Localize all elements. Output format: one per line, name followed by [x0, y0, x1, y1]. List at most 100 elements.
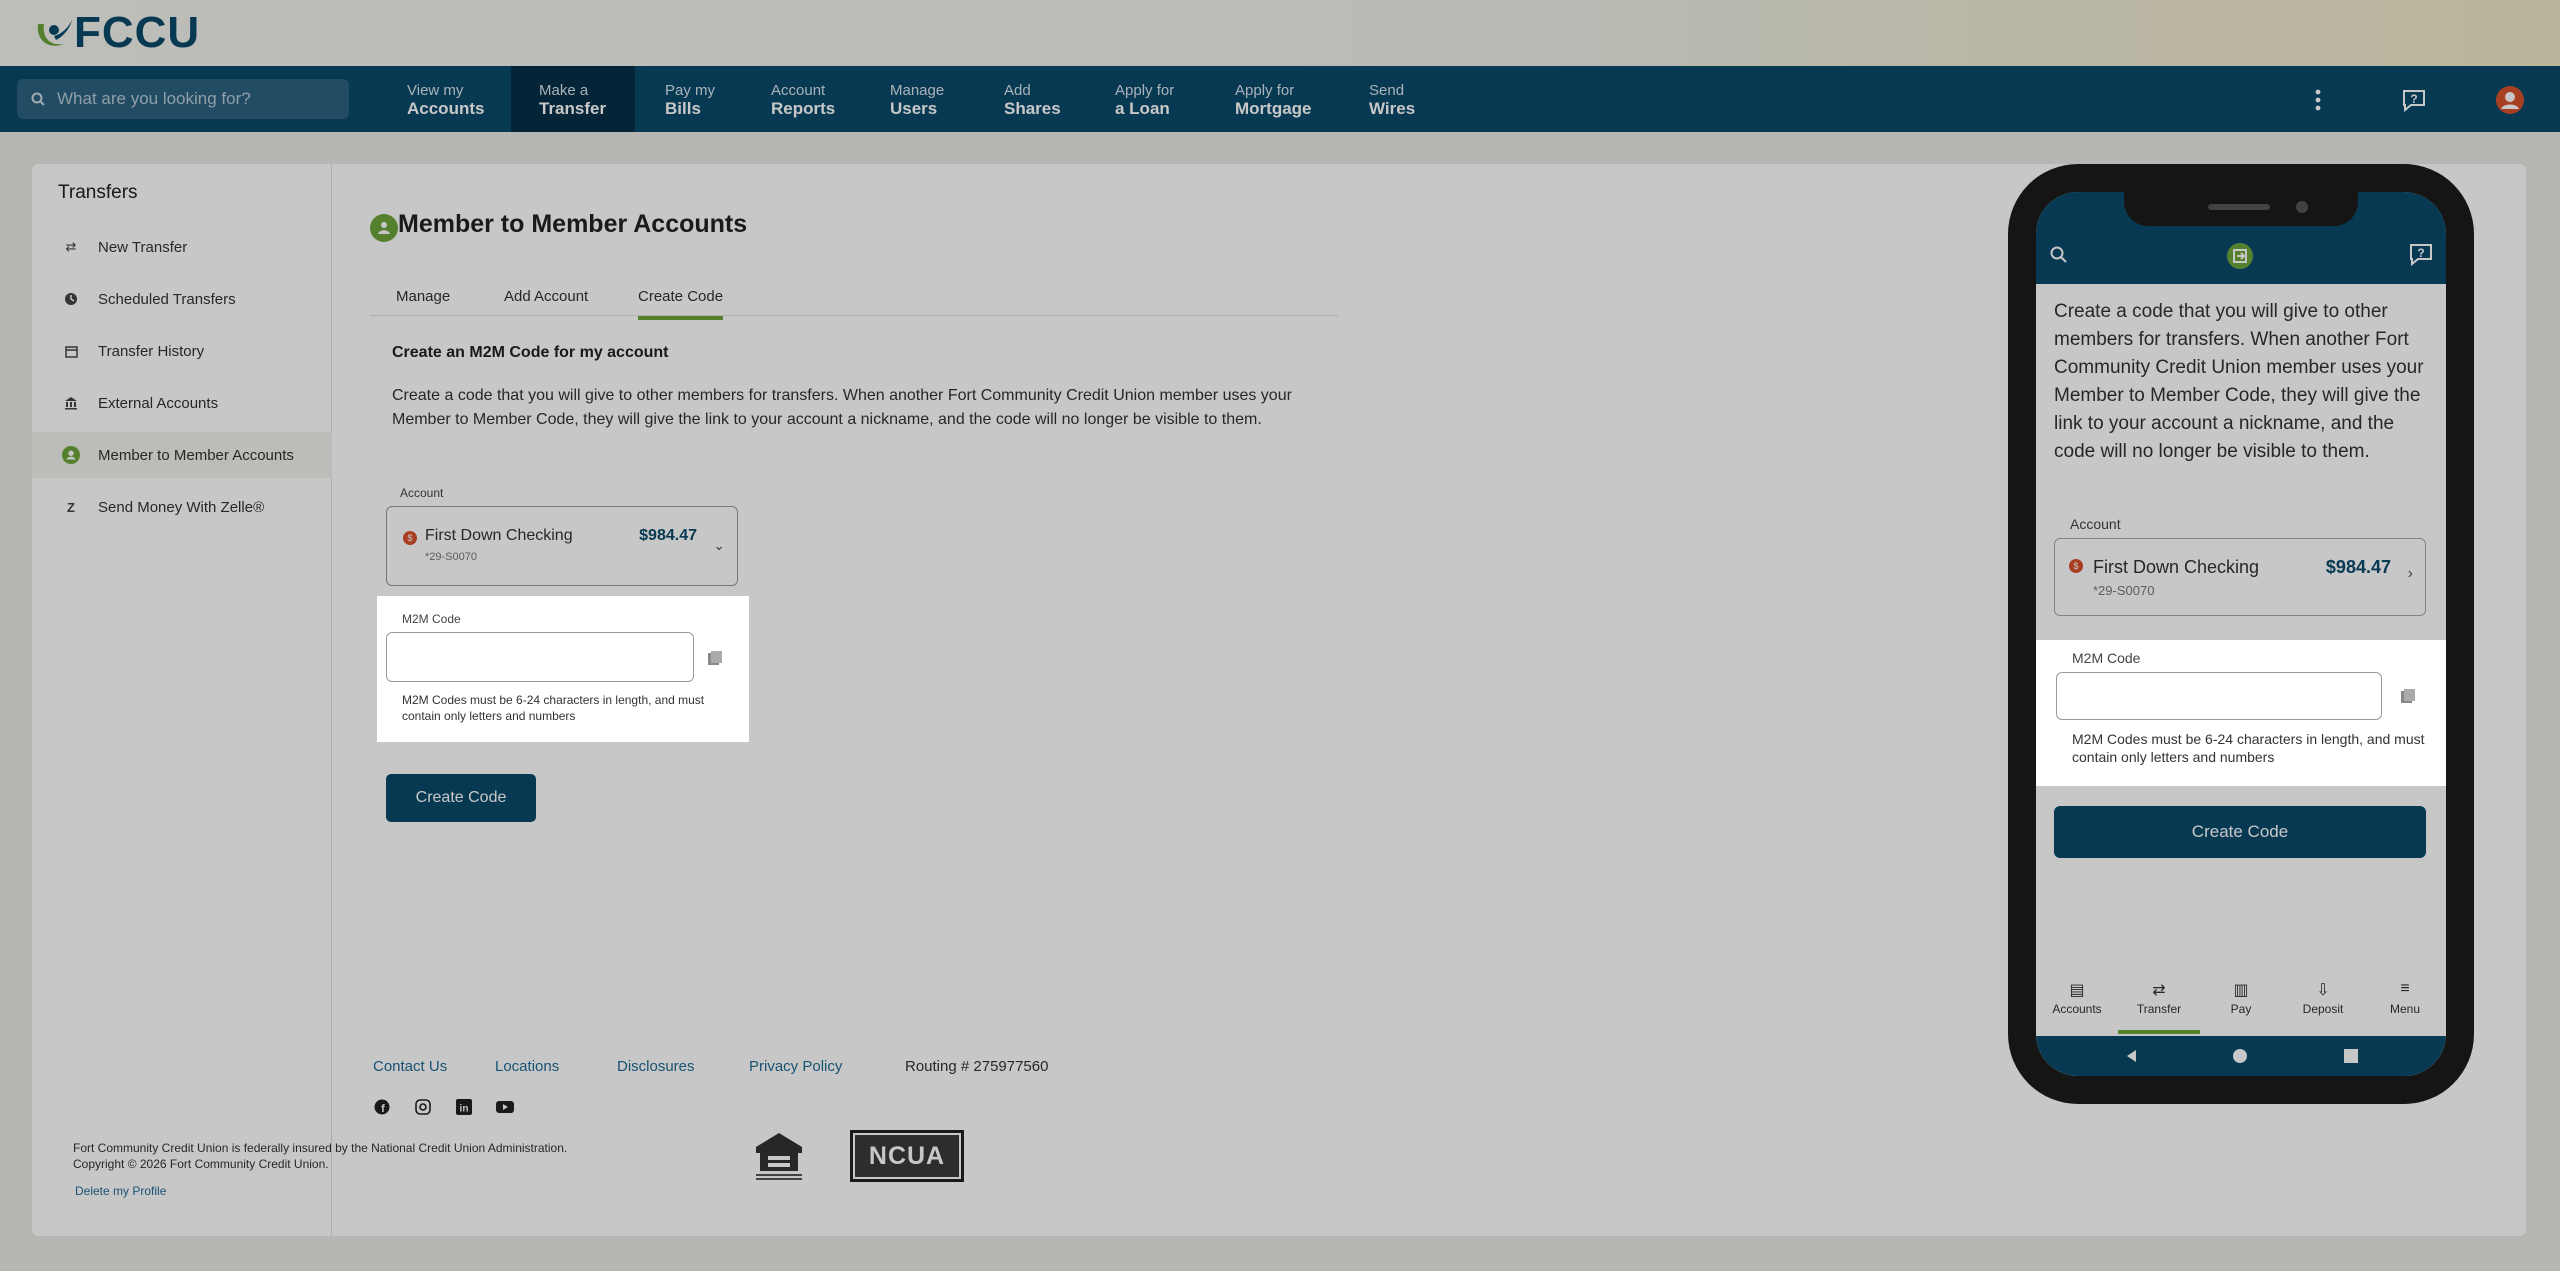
- nav-transfer[interactable]: Make a Transfer: [511, 66, 635, 132]
- phone-m2m-code-input[interactable]: [2056, 672, 2382, 720]
- tab-create-code[interactable]: Create Code: [638, 288, 724, 320]
- footer-link-locations[interactable]: Locations: [495, 1058, 559, 1075]
- phone-tab-label: Menu: [2389, 1002, 2421, 1016]
- sidebar-item-label: Send Money With Zelle®: [98, 498, 265, 516]
- nav-label-2: Accounts: [407, 99, 485, 118]
- legal-line-2: Copyright © 2026 Fort Community Credit U…: [73, 1157, 329, 1171]
- dollar-icon: $: [2069, 559, 2083, 573]
- phone-tab-transfer[interactable]: ⇄ Transfer: [2118, 980, 2200, 1034]
- nav-label-1: Account: [771, 82, 826, 99]
- account-label: Account: [400, 486, 444, 500]
- help-icon[interactable]: ?: [2398, 84, 2430, 116]
- linkedin-icon[interactable]: in: [455, 1098, 473, 1116]
- svg-text:?: ?: [2417, 246, 2424, 260]
- tab-bar: Manage Add Account Create Code: [370, 288, 1338, 320]
- ncua-logo: NCUA: [850, 1130, 964, 1182]
- nav-label-2: Shares: [1004, 99, 1061, 118]
- sidebar-item-label: Member to Member Accounts: [98, 446, 294, 464]
- arrows-icon: ⇄: [65, 239, 77, 254]
- nav-loan[interactable]: Apply for a Loan: [1115, 66, 1174, 132]
- sidebar-item-scheduled[interactable]: Scheduled Transfers: [32, 276, 332, 322]
- sidebar-item-label: Scheduled Transfers: [98, 290, 236, 308]
- tab-manage[interactable]: Manage: [396, 288, 450, 316]
- profile-icon[interactable]: [2494, 84, 2526, 116]
- sidebar-item-external[interactable]: External Accounts: [32, 380, 332, 426]
- nav-accounts[interactable]: View my Accounts: [407, 66, 484, 132]
- search-input[interactable]: [57, 89, 337, 109]
- phone-account-label: Account: [2070, 516, 2121, 532]
- phone-tab-accounts[interactable]: ▤ Accounts: [2036, 980, 2118, 1016]
- account-name: First Down Checking: [425, 527, 573, 544]
- delete-profile-link[interactable]: Delete my Profile: [75, 1184, 166, 1198]
- phone-tab-pay[interactable]: ▥ Pay: [2200, 980, 2282, 1016]
- instagram-icon[interactable]: [414, 1098, 432, 1116]
- fccu-logo[interactable]: FCCU: [34, 8, 201, 57]
- recents-icon[interactable]: [2344, 1049, 2358, 1063]
- phone-account-select[interactable]: $ First Down Checking *29-S0070 $984.47 …: [2054, 538, 2426, 616]
- phone-tab-deposit[interactable]: ⇩ Deposit: [2282, 980, 2364, 1016]
- phone-system-nav: [2036, 1036, 2446, 1076]
- ncua-text: NCUA: [855, 1135, 959, 1177]
- tab-add-account[interactable]: Add Account: [504, 288, 588, 316]
- phone-tab-menu[interactable]: ≡ Menu: [2364, 980, 2446, 1016]
- nav-reports[interactable]: Account Reports: [771, 66, 835, 132]
- nav-wires[interactable]: Send Wires: [1369, 66, 1415, 132]
- footer-link-contact[interactable]: Contact Us: [373, 1058, 447, 1075]
- back-icon[interactable]: [2124, 1048, 2140, 1064]
- youtube-icon[interactable]: [496, 1098, 514, 1116]
- nav-bills[interactable]: Pay my Bills: [665, 66, 715, 132]
- copy-icon[interactable]: [707, 650, 723, 666]
- create-code-button[interactable]: Create Code: [386, 774, 536, 822]
- zelle-icon: Z: [67, 499, 75, 515]
- svg-text:?: ?: [2410, 92, 2417, 106]
- chevron-down-icon: ⌄: [713, 537, 725, 553]
- m2m-code-input[interactable]: [386, 632, 694, 682]
- menu-icon: ≡: [2400, 980, 2410, 997]
- search-icon: [31, 92, 45, 106]
- phone-tab-label: Deposit: [2302, 1002, 2344, 1016]
- nav-label-1: View my: [407, 82, 464, 99]
- footer-link-privacy[interactable]: Privacy Policy: [749, 1058, 842, 1075]
- phone-create-code-button[interactable]: Create Code: [2054, 806, 2426, 858]
- nav-label-2: Mortgage: [1235, 99, 1312, 118]
- logo-text: FCCU: [74, 8, 201, 57]
- phone-notch: [2124, 192, 2358, 226]
- phone-screen: ? Create a code that you will give to ot…: [2036, 192, 2446, 1076]
- search-icon[interactable]: [2050, 246, 2068, 264]
- phone-tab-bar: ▤ Accounts ⇄ Transfer ▥ Pay ⇩ Deposit ≡ …: [2036, 972, 2446, 1036]
- dollar-icon: $: [403, 531, 417, 545]
- sidebar-item-label: New Transfer: [98, 238, 188, 256]
- sidebar-item-history[interactable]: Transfer History: [32, 328, 332, 374]
- account-number: *29-S0070: [425, 551, 477, 563]
- footer-link-disclosures[interactable]: Disclosures: [617, 1058, 695, 1075]
- pay-icon: ▥: [2233, 982, 2249, 999]
- sidebar-item-m2m[interactable]: Member to Member Accounts: [32, 432, 332, 478]
- home-icon[interactable]: [2232, 1048, 2248, 1064]
- section-title: Create an M2M Code for my account: [392, 344, 669, 361]
- nav-mortgage[interactable]: Apply for Mortgage: [1235, 66, 1312, 132]
- nav-label-2: a Loan: [1115, 99, 1170, 118]
- m2m-code-label: M2M Code: [402, 612, 461, 626]
- m2m-code-panel: M2M Code M2M Codes must be 6-24 characte…: [377, 596, 749, 742]
- page-title: Member to Member Accounts: [398, 210, 748, 238]
- account-balance: $984.47: [639, 527, 697, 544]
- sidebar-item-zelle[interactable]: Z Send Money With Zelle®: [32, 484, 332, 530]
- sidebar-item-new-transfer[interactable]: ⇄ New Transfer: [32, 224, 332, 270]
- nav-label-1: Pay my: [665, 82, 716, 99]
- account-select[interactable]: $ First Down Checking *29-S0070 $984.47 …: [386, 506, 738, 586]
- phone-frame: ? Create a code that you will give to ot…: [2008, 164, 2474, 1104]
- m2m-hint: M2M Codes must be 6-24 characters in len…: [402, 693, 705, 723]
- facebook-icon[interactable]: f: [373, 1098, 391, 1116]
- nav-label-2: Transfer: [539, 99, 607, 118]
- nav-label-1: Apply for: [1235, 82, 1295, 99]
- copy-icon[interactable]: [2400, 688, 2416, 704]
- more-icon[interactable]: [2302, 84, 2334, 116]
- phone-account-number: *29-S0070: [2093, 583, 2155, 598]
- search-box[interactable]: [17, 79, 349, 119]
- sidebar: Transfers ⇄ New Transfer Scheduled Trans…: [32, 164, 332, 1236]
- nav-users[interactable]: Manage Users: [890, 66, 944, 132]
- nav-shares[interactable]: Add Shares: [1004, 66, 1061, 132]
- help-icon[interactable]: ?: [2408, 242, 2434, 266]
- logo-swoosh-icon: [37, 20, 72, 46]
- sidebar-title: Transfers: [58, 182, 138, 203]
